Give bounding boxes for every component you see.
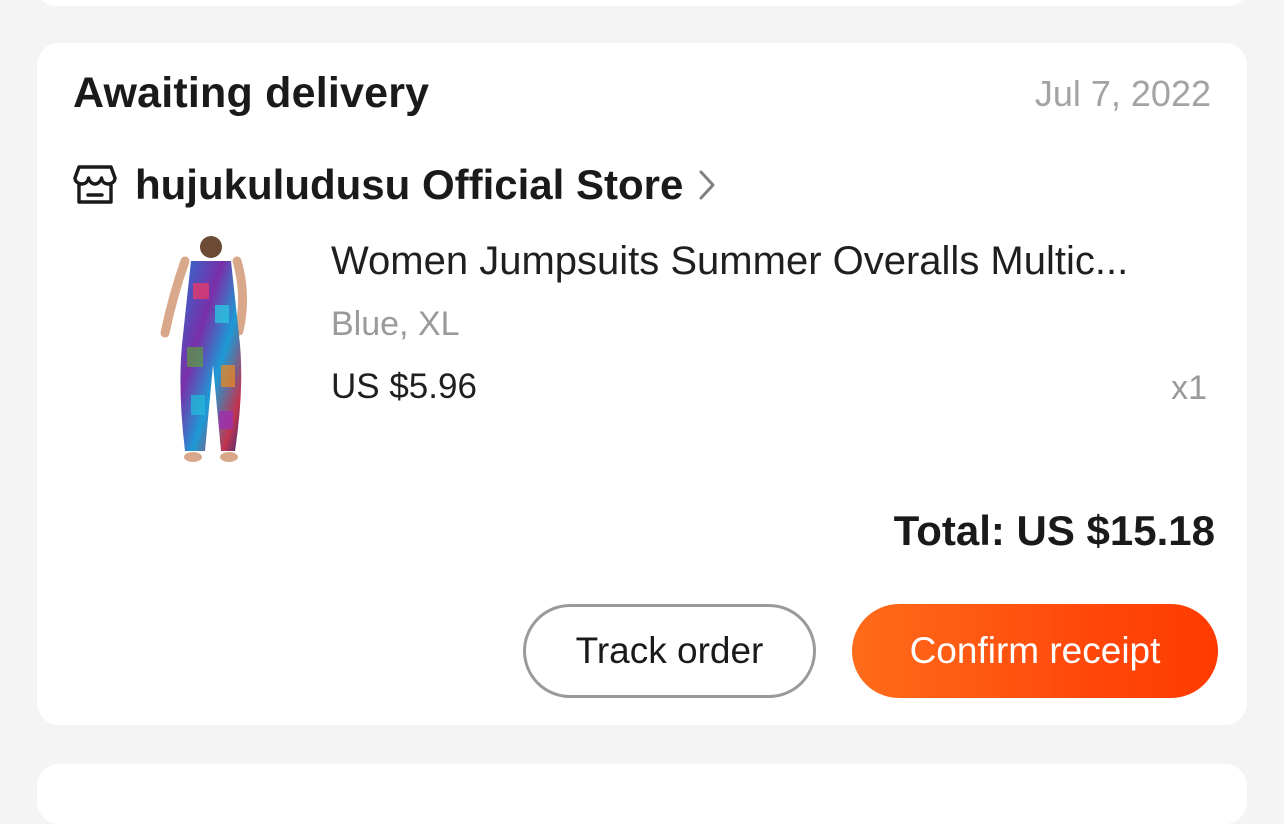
confirm-receipt-button[interactable]: Confirm receipt [852,604,1218,698]
product-title[interactable]: Women Jumpsuits Summer Overalls Multic..… [331,239,1211,284]
store-name: hujukuludusu Official Store [135,161,684,208]
order-card[interactable]: Awaiting delivery Jul 7, 2022 hujukuludu… [37,43,1247,725]
product-price: US $5.96 [331,367,477,406]
store-icon [71,161,119,209]
order-total: Total: US $15.18 [893,507,1215,554]
track-order-button[interactable]: Track order [523,604,816,698]
previous-order-card [37,0,1247,6]
product-quantity: x1 [1171,369,1207,407]
chevron-right-icon [697,165,721,205]
order-status: Awaiting delivery [73,69,430,117]
order-date: Jul 7, 2022 [1034,73,1211,114]
store-link[interactable]: hujukuludusu Official Store [71,159,721,211]
product-variant: Blue, XL [331,305,460,343]
product-image[interactable] [135,235,309,469]
next-order-card [37,764,1247,824]
